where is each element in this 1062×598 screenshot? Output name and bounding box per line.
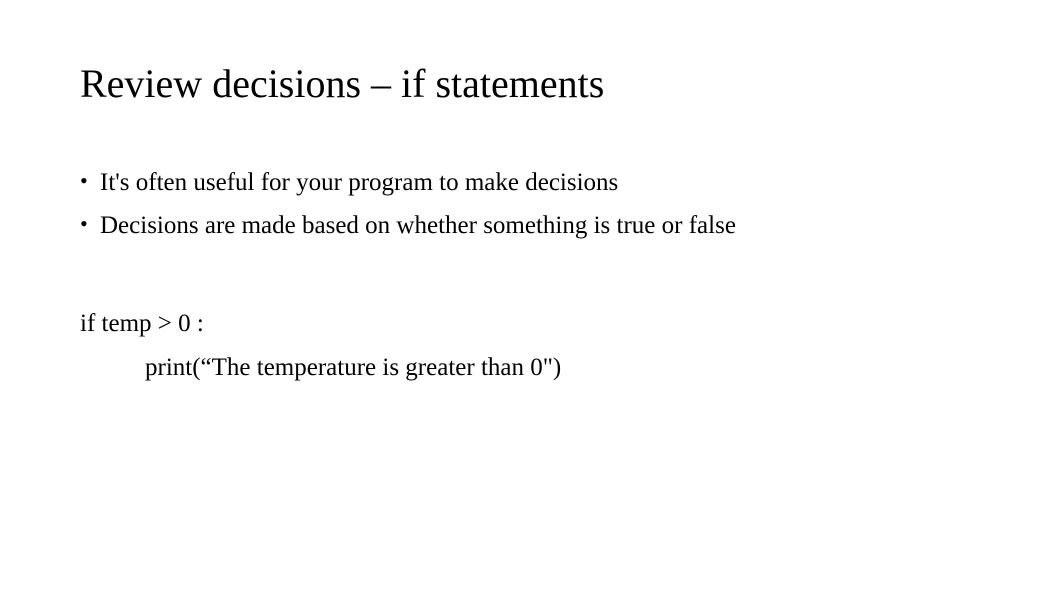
code-line: print(“The temperature is greater than 0… — [80, 346, 982, 390]
bullet-list: It's often useful for your program to ma… — [80, 162, 982, 247]
code-line: if temp > 0 : — [80, 302, 982, 346]
slide-title: Review decisions – if statements — [80, 60, 982, 107]
code-example: if temp > 0 : print(“The temperature is … — [80, 302, 982, 390]
bullet-item: Decisions are made based on whether some… — [80, 205, 982, 248]
bullet-item: It's often useful for your program to ma… — [80, 162, 982, 205]
